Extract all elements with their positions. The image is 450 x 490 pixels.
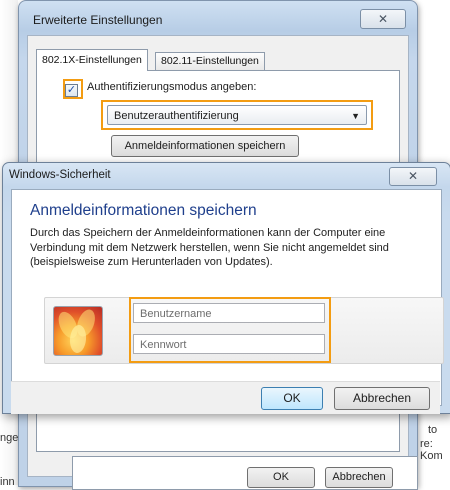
close-icon: ✕: [407, 169, 419, 183]
windows-security-dialog: Windows-Sicherheit ✕ Anmeldeinformatione…: [2, 162, 450, 414]
dialog-heading: Anmeldeinformationen speichern: [30, 202, 257, 219]
credential-tile: Benutzername Kennwort: [44, 297, 444, 364]
ok-button[interactable]: OK: [261, 387, 323, 410]
window-title: Erweiterte Einstellungen: [33, 13, 163, 27]
save-credentials-button[interactable]: Anmeldeinformationen speichern: [111, 135, 299, 157]
highlight-auth-dropdown: [101, 100, 373, 130]
dialog-description: Durch das Speichern der Anmeldeinformati…: [30, 227, 389, 268]
highlight-checkbox: [63, 79, 83, 99]
background-edge-text: inn: [0, 476, 15, 488]
close-button[interactable]: ✕: [389, 167, 437, 186]
auth-mode-label: Authentifizierungsmodus angeben:: [87, 81, 257, 93]
background-edge-text: re: Kom: [420, 438, 443, 462]
dialog-title: Windows-Sicherheit: [9, 169, 111, 181]
user-avatar-icon: [53, 306, 103, 356]
tab-8021x[interactable]: 802.1X-Einstellungen: [36, 49, 148, 71]
highlight-credential-fields: [129, 297, 331, 363]
background-edge-text: to: [428, 424, 438, 436]
close-icon: ✕: [377, 12, 389, 26]
tab-80211[interactable]: 802.11-Einstellungen: [155, 52, 265, 70]
cancel-button[interactable]: Abbrechen: [334, 387, 430, 410]
dialog-footer: OK Abbrechen: [11, 381, 440, 414]
background-edge-text: nge: [0, 432, 19, 444]
dialog-content: Anmeldeinformationen speichern Durch das…: [11, 189, 444, 406]
close-button[interactable]: ✕: [360, 9, 406, 29]
